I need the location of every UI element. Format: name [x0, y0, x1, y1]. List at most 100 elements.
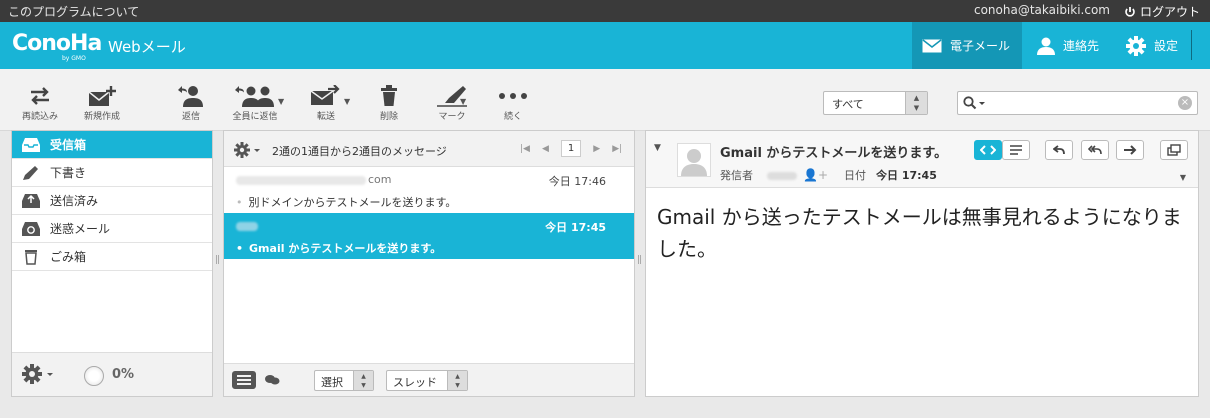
last-page-icon[interactable]: ▶| — [612, 144, 622, 154]
reply-arrow-icon — [1053, 145, 1065, 155]
folder-trash[interactable]: ごみ箱 — [12, 243, 212, 271]
expand-headers-icon[interactable]: ▼ — [1180, 173, 1186, 182]
refresh-button[interactable]: 再読込み — [20, 83, 60, 122]
search-input[interactable]: × — [957, 91, 1198, 115]
code-icon — [980, 145, 996, 155]
message-list-header: 2通の1通目から2通目のメッセージ |◀ ◀ 1 ▶ ▶| — [224, 131, 634, 167]
message-subject: 別ドメインからテストメールを送ります。 — [236, 194, 457, 210]
nav-contacts[interactable]: 連絡先 — [1037, 22, 1099, 69]
pager: |◀ ◀ 1 ▶ ▶| — [514, 140, 628, 157]
mark-caret-icon[interactable]: ▼ — [460, 97, 466, 106]
clear-search-icon[interactable]: × — [1178, 96, 1192, 110]
date-value: 今日 17:45 — [876, 169, 937, 182]
nav-contacts-label: 連絡先 — [1063, 39, 1100, 53]
folder-drafts-label: 下書き — [50, 166, 87, 180]
delete-button[interactable]: 削除 — [372, 83, 406, 122]
preview-reply-all-button[interactable] — [1081, 140, 1109, 160]
compose-button[interactable]: 新規作成 — [80, 83, 124, 122]
message-body: Gmail から送ったテストメールは無事見れるようになりました。 — [657, 205, 1182, 261]
junk-icon — [22, 221, 40, 236]
thread-spinner-icon: ▲ ▼ — [447, 371, 467, 390]
preview-header: ▼ Gmail からテストメールを送ります。 発信者 👤+ 日付 今日 17:45 ▼ — [646, 131, 1198, 188]
gear-icon — [1126, 35, 1146, 56]
redacted-sender — [236, 175, 366, 185]
quota-ring-icon — [84, 366, 104, 386]
reply-button[interactable]: 返信 — [172, 83, 210, 122]
first-page-icon[interactable]: |◀ — [520, 144, 530, 154]
add-contact-icon[interactable]: 👤+ — [803, 168, 828, 182]
list-item[interactable]: com 今日 17:46 別ドメインからテストメールを送ります。 — [224, 167, 634, 213]
folder-junk-label: 迷惑メール — [50, 222, 111, 236]
logout-label: ログアウト — [1139, 5, 1200, 19]
folder-sent[interactable]: 送信済み — [12, 187, 212, 215]
pencil-icon — [23, 165, 38, 180]
preview-reply-button[interactable] — [1045, 140, 1073, 160]
open-window-button[interactable] — [1160, 140, 1188, 160]
message-preview: ▼ Gmail からテストメールを送ります。 発信者 👤+ 日付 今日 17:45 ▼… — [645, 130, 1199, 397]
message-date: 今日 17:45 — [545, 221, 606, 234]
reply-all-arrow-icon — [1088, 145, 1102, 155]
filter-spinner-icon: ▲ ▼ — [905, 92, 927, 114]
conoha-logo[interactable]: ConoHa by GMO — [12, 31, 102, 62]
list-view-icon[interactable] — [232, 371, 256, 392]
folder-drafts[interactable]: 下書き — [12, 159, 212, 187]
user-email: conoha@takaibiki.com — [973, 3, 1110, 17]
select-dropdown[interactable]: 選択 ▲ ▼ — [314, 370, 374, 391]
prev-page-icon[interactable]: ◀ — [542, 144, 549, 154]
text-lines-icon — [1010, 145, 1022, 155]
logout-button[interactable]: ログアウト — [1124, 3, 1200, 20]
compose-icon — [88, 86, 116, 106]
preview-meta: 発信者 👤+ 日付 今日 17:45 — [720, 167, 937, 183]
trash-icon — [25, 249, 37, 265]
mark-button[interactable]: マーク ▼ — [430, 83, 474, 122]
reply-label: 返信 — [181, 112, 200, 122]
folder-footer: 0% — [12, 352, 212, 396]
folder-resizer[interactable]: || — [215, 255, 220, 269]
new-window-icon — [1167, 144, 1181, 156]
forward-arrow-icon — [1124, 145, 1137, 155]
mark-label: マーク — [438, 112, 466, 122]
folder-settings-gear-icon[interactable] — [22, 364, 56, 387]
folder-inbox[interactable]: 受信箱 — [12, 131, 212, 159]
trash-icon — [381, 85, 397, 106]
message-from: com — [236, 173, 392, 186]
collapse-header-icon[interactable]: ▼ — [654, 143, 661, 153]
message-list-footer: 選択 ▲ ▼ スレッド ▲ ▼ — [224, 363, 634, 396]
page-number[interactable]: 1 — [560, 140, 582, 157]
refresh-label: 再読込み — [21, 112, 58, 122]
folder-junk[interactable]: 迷惑メール — [12, 215, 212, 243]
date-label: 日付 — [844, 169, 866, 182]
search-icon[interactable] — [963, 96, 987, 113]
more-button[interactable]: 続く — [496, 83, 530, 122]
envelope-icon — [922, 38, 942, 52]
next-page-icon[interactable]: ▶ — [593, 144, 600, 154]
message-date: 今日 17:46 — [548, 175, 606, 188]
list-options-gear-icon[interactable] — [234, 142, 264, 161]
reply-all-caret-icon[interactable]: ▼ — [278, 97, 284, 106]
about-link[interactable]: このプログラムについて — [8, 3, 139, 20]
logo-sub: by GMO — [62, 55, 86, 62]
compose-label: 新規作成 — [83, 112, 120, 122]
message-list: 2通の1通目から2通目のメッセージ |◀ ◀ 1 ▶ ▶| com 今日 17:46 別… — [223, 130, 635, 397]
power-icon — [1125, 7, 1135, 17]
nav-settings[interactable]: 設定 — [1126, 22, 1178, 69]
thread-dropdown[interactable]: スレッド ▲ ▼ — [386, 370, 468, 391]
sent-icon — [22, 193, 40, 208]
nav-mail[interactable]: 電子メール — [912, 22, 1022, 69]
avatar — [677, 143, 711, 177]
thread-view-icon[interactable] — [264, 373, 280, 390]
forward-button[interactable]: 転送 ▼ — [304, 83, 350, 122]
folder-panel: 受信箱 下書き 送信済み 迷惑メール ごみ箱 0% — [11, 130, 213, 397]
preview-forward-button[interactable] — [1116, 140, 1144, 160]
html-view-button[interactable] — [974, 140, 1002, 160]
message-count: 2通の1通目から2通目のメッセージ — [272, 145, 447, 158]
reply-all-button[interactable]: 全員に返信 ▼ — [224, 83, 286, 122]
list-resizer[interactable]: || — [637, 255, 642, 269]
forward-caret-icon[interactable]: ▼ — [344, 97, 350, 106]
list-item[interactable]: 今日 17:45 Gmail からテストメールを送ります。 — [224, 213, 634, 259]
refresh-icon — [31, 87, 49, 105]
select-spinner-icon: ▲ ▼ — [353, 371, 373, 390]
plain-view-button[interactable] — [1002, 140, 1030, 160]
filter-select[interactable]: すべて ▲ ▼ — [823, 91, 928, 115]
nav-mail-label: 電子メール — [950, 39, 1011, 53]
